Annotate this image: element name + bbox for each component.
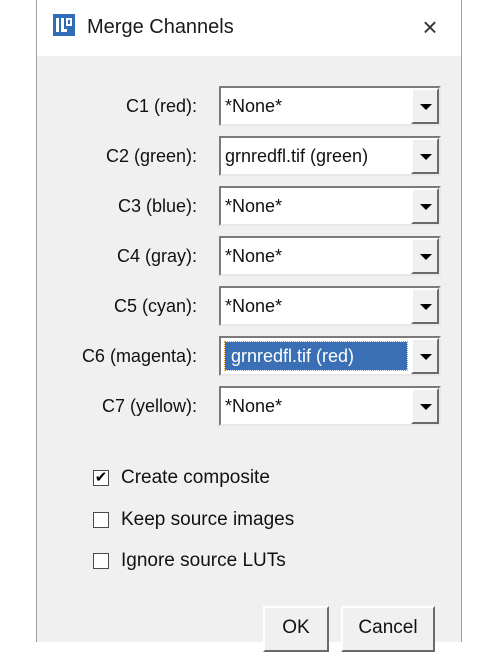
c2-dropdown[interactable]: grnredfl.tif (green) <box>219 136 441 176</box>
c7-dropdown[interactable]: *None* <box>219 386 441 426</box>
c7-dropdown-button[interactable] <box>411 388 439 424</box>
c1-selected-value: *None* <box>225 96 283 116</box>
c3-label: C3 (blue): <box>117 196 197 216</box>
chevron-down-icon <box>420 204 432 210</box>
c6-dropdown-button[interactable] <box>411 338 439 374</box>
c5-label: C5 (cyan): <box>113 296 197 316</box>
c2-selected-value: grnredfl.tif (green) <box>225 146 369 166</box>
c5-dropdown-button[interactable] <box>411 288 439 324</box>
chevron-down-icon <box>420 404 432 410</box>
cancel-button[interactable]: Cancel <box>341 606 435 652</box>
chevron-down-icon <box>420 354 432 360</box>
c3-dropdown[interactable]: *None* <box>219 186 441 226</box>
create-composite-label: Create composite <box>121 467 270 488</box>
ignore-source-luts-checkbox[interactable] <box>93 553 109 569</box>
chevron-down-icon <box>420 104 432 110</box>
c1-dropdown-button[interactable] <box>411 88 439 124</box>
keep-source-images-checkbox[interactable] <box>93 512 109 528</box>
c5-dropdown[interactable]: *None* <box>219 286 441 326</box>
imagej-icon <box>53 14 75 36</box>
c2-dropdown-button[interactable] <box>411 138 439 174</box>
c3-dropdown-button[interactable] <box>411 188 439 224</box>
merge-channels-dialog: Merge Channels × C1 (red): *None* C2 (gr… <box>36 0 462 652</box>
c6-selected-value: grnredfl.tif (red) <box>224 341 408 371</box>
chevron-down-icon <box>420 254 432 260</box>
c7-selected-value: *None* <box>225 396 283 416</box>
c6-dropdown[interactable]: grnredfl.tif (red) <box>219 336 441 376</box>
ignore-source-luts-label: Ignore source LUTs <box>121 550 286 571</box>
c3-selected-value: *None* <box>225 196 283 216</box>
ok-button[interactable]: OK <box>263 606 329 652</box>
c5-selected-value: *None* <box>225 296 283 316</box>
c4-dropdown-button[interactable] <box>411 238 439 274</box>
c4-label: C4 (gray): <box>116 246 197 266</box>
c1-label: C1 (red): <box>125 96 197 116</box>
c1-dropdown[interactable]: *None* <box>219 86 441 126</box>
close-button[interactable]: × <box>413 10 447 44</box>
c7-label: C7 (yellow): <box>101 396 197 416</box>
c6-label: C6 (magenta): <box>81 346 197 366</box>
c2-label: C2 (green): <box>105 146 197 166</box>
c4-selected-value: *None* <box>225 246 283 266</box>
chevron-down-icon <box>420 154 432 160</box>
dialog-title: Merge Channels <box>87 16 234 38</box>
close-icon: × <box>422 12 438 42</box>
keep-source-images-label: Keep source images <box>121 509 295 530</box>
chevron-down-icon <box>420 304 432 310</box>
title-bar[interactable]: Merge Channels × <box>37 0 461 56</box>
create-composite-checkbox[interactable]: ✔ <box>93 470 109 486</box>
check-icon: ✔ <box>94 469 108 486</box>
c4-dropdown[interactable]: *None* <box>219 236 441 276</box>
